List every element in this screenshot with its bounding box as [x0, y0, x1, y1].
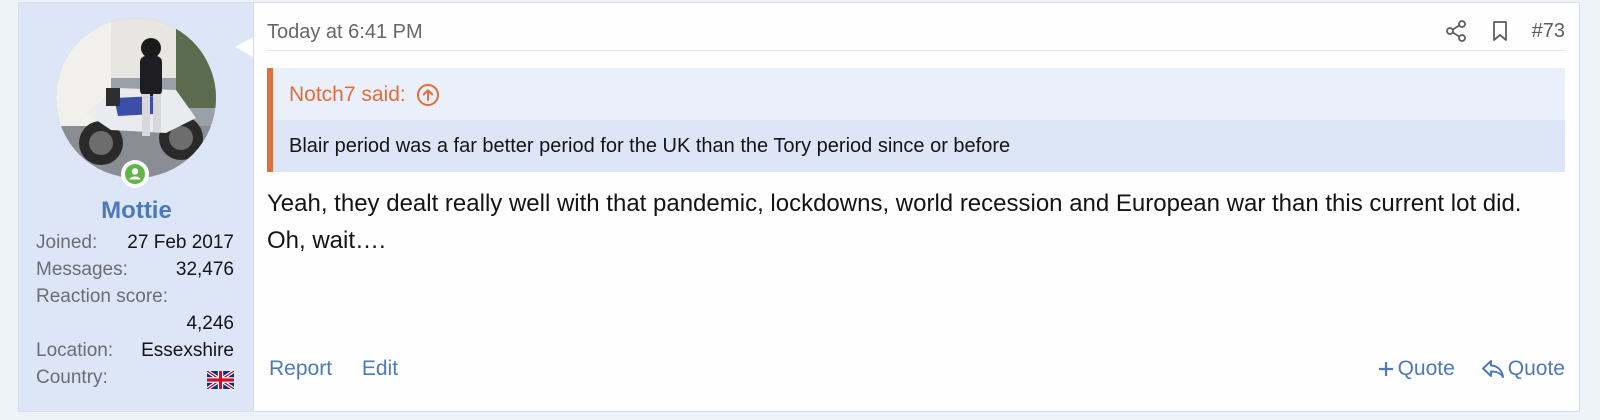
stat-country: Country: — [36, 367, 234, 394]
stat-location: Location: Essexshire — [36, 340, 234, 367]
stat-joined: Joined: 27 Feb 2017 — [36, 232, 234, 259]
reply-quote-button[interactable]: Quote — [1481, 357, 1565, 381]
arrow-up-circle-icon[interactable] — [416, 83, 440, 107]
online-status-icon — [121, 160, 149, 188]
post-number[interactable]: #73 — [1532, 20, 1565, 43]
plus-icon — [1378, 362, 1393, 376]
stat-label: Messages: — [36, 259, 128, 280]
reply-quote-label: Quote — [1507, 357, 1565, 380]
quote-block: Notch7 said: Blair period was a far bett… — [267, 68, 1565, 172]
forum-post: Mottie Joined: 27 Feb 2017 Messages: 32,… — [18, 2, 1580, 412]
avatar[interactable] — [56, 18, 216, 178]
report-link[interactable]: Report — [269, 357, 332, 380]
stat-label: Reaction score: — [36, 286, 169, 307]
header-divider — [267, 50, 1565, 51]
avatar-image — [56, 18, 216, 178]
quote-text: Blair period was a far better period for… — [273, 120, 1565, 172]
stat-value[interactable]: Essexshire — [141, 340, 234, 362]
reply-icon — [1481, 360, 1504, 378]
bookmark-icon[interactable] — [1488, 19, 1512, 43]
uk-flag-icon — [207, 371, 234, 389]
stat-value: 4,246 — [186, 313, 234, 334]
stat-label: Location: — [36, 340, 114, 361]
footer-left-actions: Report Edit — [269, 357, 422, 381]
stat-reaction-score-value: 4,246 — [36, 313, 234, 340]
quote-author[interactable]: Notch7 said: — [289, 83, 406, 107]
quote-header[interactable]: Notch7 said: — [289, 83, 440, 107]
stat-reaction-score: Reaction score: — [36, 286, 234, 313]
username[interactable]: Mottie — [19, 197, 254, 225]
multi-quote-button[interactable]: Quote — [1377, 357, 1455, 381]
footer-right-actions: Quote Quote — [1351, 357, 1565, 381]
stat-label: Country: — [36, 367, 108, 388]
edit-link[interactable]: Edit — [362, 357, 398, 380]
multi-quote-label: Quote — [1397, 357, 1455, 380]
post-date[interactable]: Today at 6:41 PM — [267, 21, 423, 44]
stat-value: 27 Feb 2017 — [127, 232, 234, 253]
stat-label: Joined: — [36, 232, 98, 253]
share-icon[interactable] — [1444, 19, 1468, 43]
post-actions: #73 — [1444, 19, 1565, 43]
message-body: Yeah, they dealt really well with that p… — [267, 190, 1522, 254]
panel-pointer — [235, 37, 253, 57]
user-stats: Joined: 27 Feb 2017 Messages: 32,476 Rea… — [36, 232, 234, 394]
stat-value[interactable]: 32,476 — [176, 259, 234, 281]
user-panel: Mottie Joined: 27 Feb 2017 Messages: 32,… — [19, 3, 254, 411]
post-main: Today at 6:41 PM #73 Notch7 said: Blair … — [267, 3, 1579, 411]
stat-messages: Messages: 32,476 — [36, 259, 234, 286]
